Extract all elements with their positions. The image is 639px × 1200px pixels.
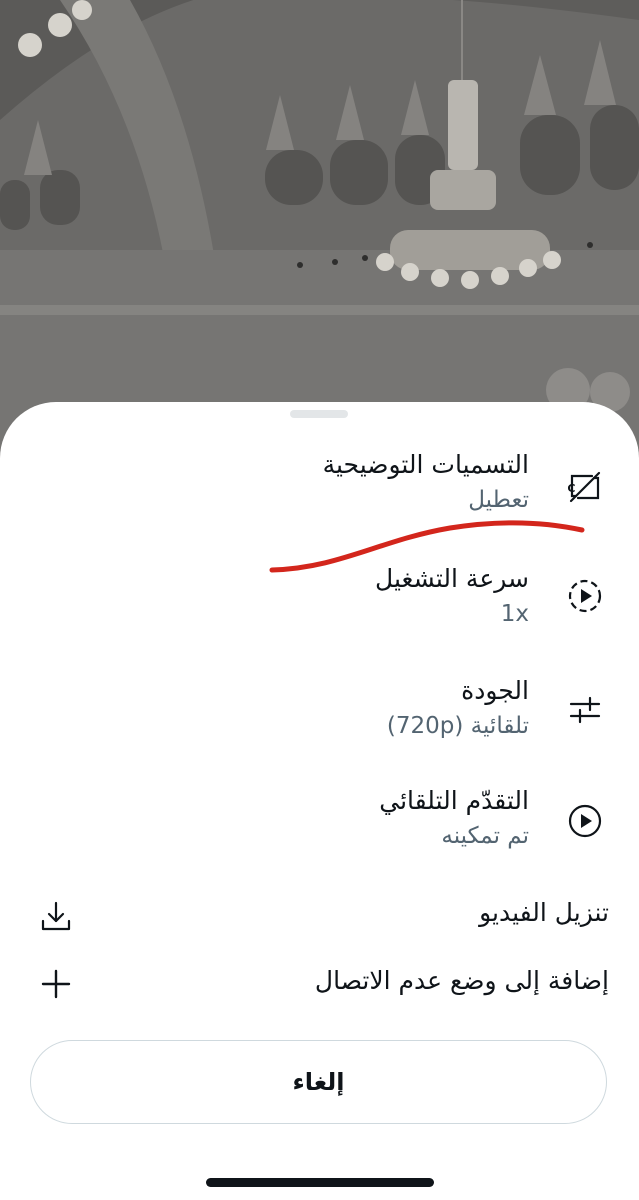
autoplay-row[interactable]: التقدّم التلقائي تم تمكينه <box>0 784 639 864</box>
plus-icon <box>36 964 76 1004</box>
cancel-button[interactable]: إلغاء <box>30 1040 607 1124</box>
download-icon <box>36 896 76 936</box>
quality-title: الجودة <box>461 676 529 705</box>
video-options-sheet: CC التسميات التوضيحية تعطيل سرعة التشغيل… <box>0 402 639 1200</box>
quality-sliders-icon <box>565 690 605 730</box>
captions-off-icon: CC <box>565 467 605 507</box>
autoplay-value: تم تمكينه <box>441 823 529 849</box>
quality-row[interactable]: الجودة تلقائية (720p) <box>0 674 639 754</box>
captions-value: تعطيل <box>468 487 529 513</box>
video-background <box>0 0 639 460</box>
home-indicator[interactable] <box>206 1178 434 1187</box>
add-offline-label: إضافة إلى وضع عدم الاتصال <box>314 966 609 995</box>
playback-speed-icon <box>565 576 605 616</box>
quality-value: تلقائية (720p) <box>386 713 529 739</box>
captions-title: التسميات التوضيحية <box>322 450 529 479</box>
download-video-button[interactable]: تنزيل الفيديو <box>0 892 639 942</box>
playback-speed-value: 1x <box>500 601 529 627</box>
sheet-grabber[interactable] <box>290 410 348 418</box>
autoplay-icon <box>565 801 605 841</box>
playback-speed-row[interactable]: سرعة التشغيل 1x <box>0 562 639 642</box>
autoplay-title: التقدّم التلقائي <box>379 786 529 815</box>
add-offline-button[interactable]: إضافة إلى وضع عدم الاتصال <box>0 960 639 1010</box>
svg-text:CC: CC <box>568 482 576 495</box>
download-video-label: تنزيل الفيديو <box>479 898 609 927</box>
captions-setting-row[interactable]: CC التسميات التوضيحية تعطيل <box>0 448 639 528</box>
playback-speed-title: سرعة التشغيل <box>375 564 529 593</box>
